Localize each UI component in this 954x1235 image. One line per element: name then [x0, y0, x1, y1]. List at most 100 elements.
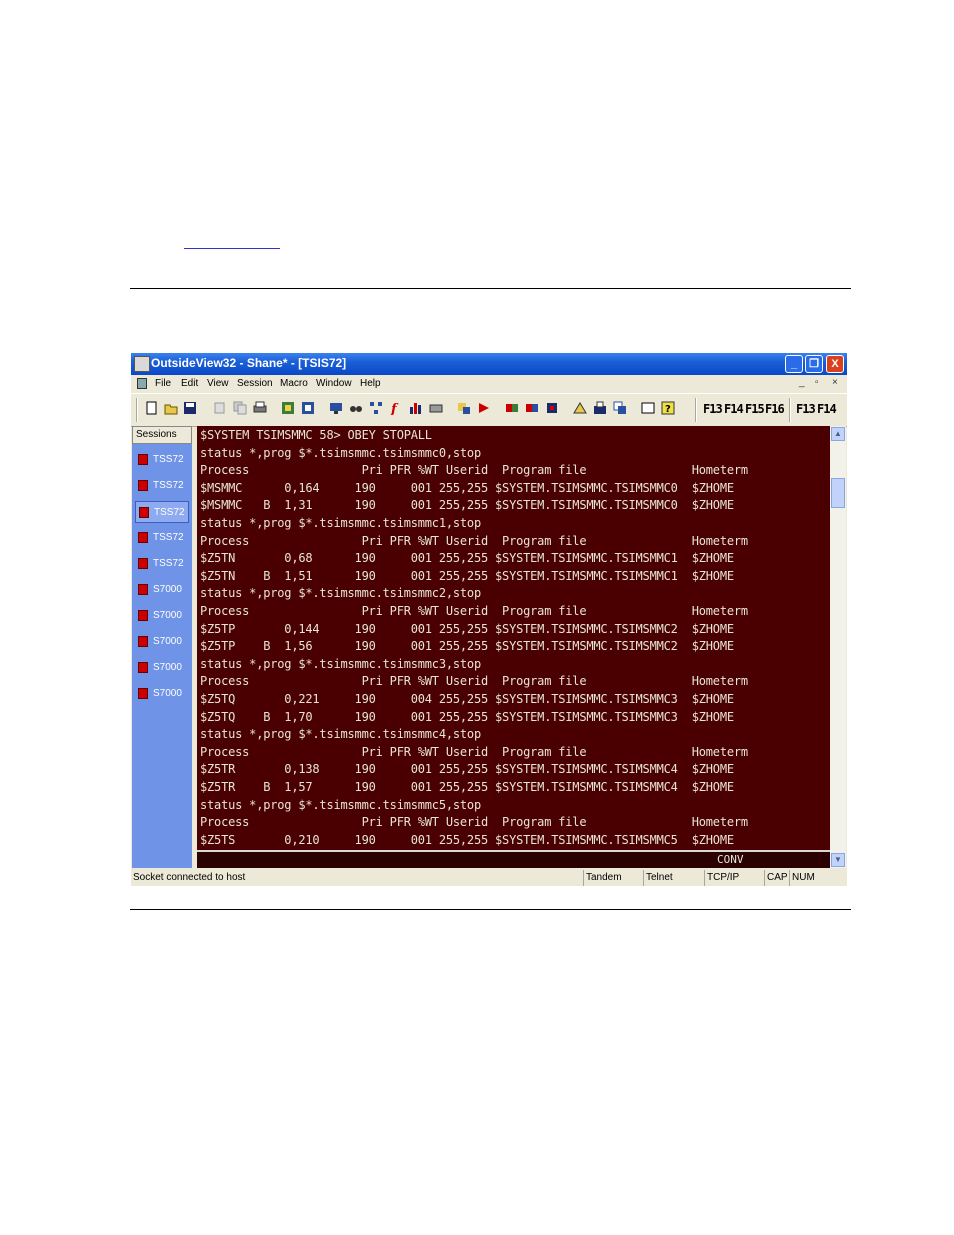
- print-icon[interactable]: [253, 401, 267, 415]
- f14-key-button[interactable]: F14: [724, 402, 744, 416]
- terminal-line: $Z5TQ B 1,70 190 001 255,255 $SYSTEM.TSI…: [200, 709, 734, 724]
- vertical-scrollbar[interactable]: ▲ ▼: [830, 426, 846, 868]
- sessions-panel: Sessions TSS72 TSS72 TSS72 TSS72 TSS72 S7000 S…: [132, 426, 192, 868]
- terminal-line: status *,prog $*.tsimsmmc.tsimsmmc5,stop: [200, 797, 481, 812]
- terminal-session-icon: [138, 662, 148, 673]
- status-cap: CAP: [764, 870, 788, 886]
- open-folder-icon[interactable]: [164, 401, 178, 415]
- app-icon[interactable]: [134, 356, 150, 372]
- scroll-down-button[interactable]: ▼: [831, 853, 845, 867]
- terminal-session-icon: [138, 636, 148, 647]
- sessions-header[interactable]: Sessions: [132, 426, 192, 444]
- session-item-s7000[interactable]: S7000: [135, 683, 189, 705]
- help-icon[interactable]: ?: [661, 401, 675, 415]
- session-item-tss72[interactable]: TSS72: [135, 475, 189, 497]
- title-bar[interactable]: OutsideView32 - Shane* - [TSIS72] _ ❐ X: [131, 353, 847, 375]
- session-label: TSS72: [153, 454, 184, 465]
- terminal-line: Process Pri PFR %WT Userid Program file …: [200, 815, 748, 830]
- mdi-restore-button[interactable]: ▫: [815, 377, 819, 388]
- session-label: S7000: [153, 662, 182, 673]
- application-window: OutsideView32 - Shane* - [TSIS72] _ ❐ X …: [131, 353, 847, 886]
- bar-chart-icon[interactable]: [409, 401, 423, 415]
- window-frame-icon[interactable]: [641, 401, 655, 415]
- save-icon[interactable]: [183, 401, 197, 415]
- svg-text:f: f: [390, 402, 399, 415]
- status-bar: Socket connected to host Tandem Telnet T…: [131, 870, 847, 886]
- menu-file[interactable]: File: [155, 378, 171, 389]
- terminal-line: Process Pri PFR %WT Userid Program file …: [200, 463, 748, 478]
- transfer-icon[interactable]: [573, 401, 587, 415]
- window-title: OutsideView32 - Shane* - [TSIS72]: [151, 356, 347, 370]
- network-icon[interactable]: [369, 401, 383, 415]
- terminal-session-icon: [138, 584, 148, 595]
- session-item-s7000[interactable]: S7000: [135, 657, 189, 679]
- copy-icon[interactable]: [233, 401, 247, 415]
- terminal-line: Process Pri PFR %WT Userid Program file …: [200, 674, 748, 689]
- session-label: TSS72: [153, 480, 184, 491]
- terminal-line: status *,prog $*.tsimsmmc.tsimsmmc4,stop: [200, 727, 481, 742]
- script-stop-icon[interactable]: [525, 401, 539, 415]
- function-icon[interactable]: f: [389, 401, 403, 417]
- session-item-s7000[interactable]: S7000: [135, 631, 189, 653]
- toolbar-separator: [789, 398, 791, 422]
- minimize-button[interactable]: _: [785, 355, 803, 373]
- terminal-session-icon: [138, 558, 148, 569]
- status-protocol: Telnet: [643, 870, 673, 886]
- session-label: TSS72: [154, 507, 185, 518]
- close-button[interactable]: X: [826, 355, 844, 373]
- menu-bar: File Edit View Session Macro Window Help…: [131, 375, 847, 393]
- send-file-icon[interactable]: [281, 401, 295, 415]
- terminal-line: Process Pri PFR %WT Userid Program file …: [200, 533, 748, 548]
- scroll-thumb[interactable]: [831, 478, 845, 508]
- session-item-tss72[interactable]: TSS72: [135, 501, 189, 523]
- session-label: S7000: [153, 610, 182, 621]
- macro-play-icon[interactable]: [477, 401, 491, 415]
- session-item-tss72[interactable]: TSS72: [135, 527, 189, 549]
- menu-view[interactable]: View: [207, 378, 229, 389]
- restore-button[interactable]: ❐: [805, 355, 823, 373]
- menu-window[interactable]: Window: [316, 378, 352, 389]
- session-item-s7000[interactable]: S7000: [135, 579, 189, 601]
- f14-shift-key-button[interactable]: F14: [817, 402, 837, 416]
- terminal-status-line: CONV: [197, 850, 830, 868]
- f15-key-button[interactable]: F15: [745, 402, 765, 416]
- session-item-s7000[interactable]: S7000: [135, 605, 189, 627]
- receive-file-icon[interactable]: [301, 401, 315, 415]
- terminal-line: $Z5TR B 1,57 190 001 255,255 $SYSTEM.TSI…: [200, 780, 734, 794]
- new-file-icon[interactable]: [145, 401, 159, 415]
- session-label: S7000: [153, 636, 182, 647]
- macro-record-icon[interactable]: [457, 401, 471, 415]
- terminal-screen[interactable]: $SYSTEM TSIMSMMC 58> OBEY STOPALL status …: [197, 426, 830, 868]
- session-label: TSS72: [153, 558, 184, 569]
- terminal-session-icon: [138, 480, 148, 491]
- terminal-line: $Z5TP 0,144 190 001 255,255 $SYSTEM.TSIM…: [200, 621, 734, 636]
- cut-icon[interactable]: [213, 401, 227, 415]
- terminal-line: $Z5TQ 0,221 190 004 255,255 $SYSTEM.TSIM…: [200, 692, 734, 706]
- document-icon[interactable]: [137, 378, 147, 389]
- terminal-line: status *,prog $*.tsimsmmc.tsimsmmc1,stop: [200, 516, 481, 530]
- inbox-icon[interactable]: [593, 401, 607, 415]
- f13-shift-key-button[interactable]: F13: [796, 402, 816, 416]
- hyperlink-underline[interactable]: [184, 248, 280, 249]
- menu-macro[interactable]: Macro: [280, 378, 308, 389]
- mdi-close-button[interactable]: ×: [832, 377, 838, 388]
- mdi-minimize-button[interactable]: _: [799, 377, 805, 388]
- f16-key-button[interactable]: F16: [765, 402, 785, 416]
- keyboard-icon[interactable]: [429, 401, 443, 415]
- f13-key-button[interactable]: F13: [703, 402, 723, 416]
- scroll-up-button[interactable]: ▲: [831, 427, 845, 441]
- session-label: TSS72: [153, 532, 184, 543]
- svg-text:?: ?: [665, 404, 671, 415]
- script-run-icon[interactable]: [505, 401, 519, 415]
- copy-window-icon[interactable]: [613, 401, 627, 415]
- terminal-session-icon: [138, 532, 148, 543]
- menu-edit[interactable]: Edit: [181, 378, 198, 389]
- script-edit-icon[interactable]: [545, 401, 559, 415]
- menu-help[interactable]: Help: [360, 378, 381, 389]
- terminal-line: $SYSTEM TSIMSMMC 58> OBEY STOPALL: [200, 428, 432, 442]
- menu-session[interactable]: Session: [237, 378, 273, 389]
- connect-icon[interactable]: [329, 401, 343, 415]
- session-item-tss72[interactable]: TSS72: [135, 553, 189, 575]
- binoculars-icon[interactable]: [349, 401, 363, 415]
- session-item-tss72[interactable]: TSS72: [135, 449, 189, 471]
